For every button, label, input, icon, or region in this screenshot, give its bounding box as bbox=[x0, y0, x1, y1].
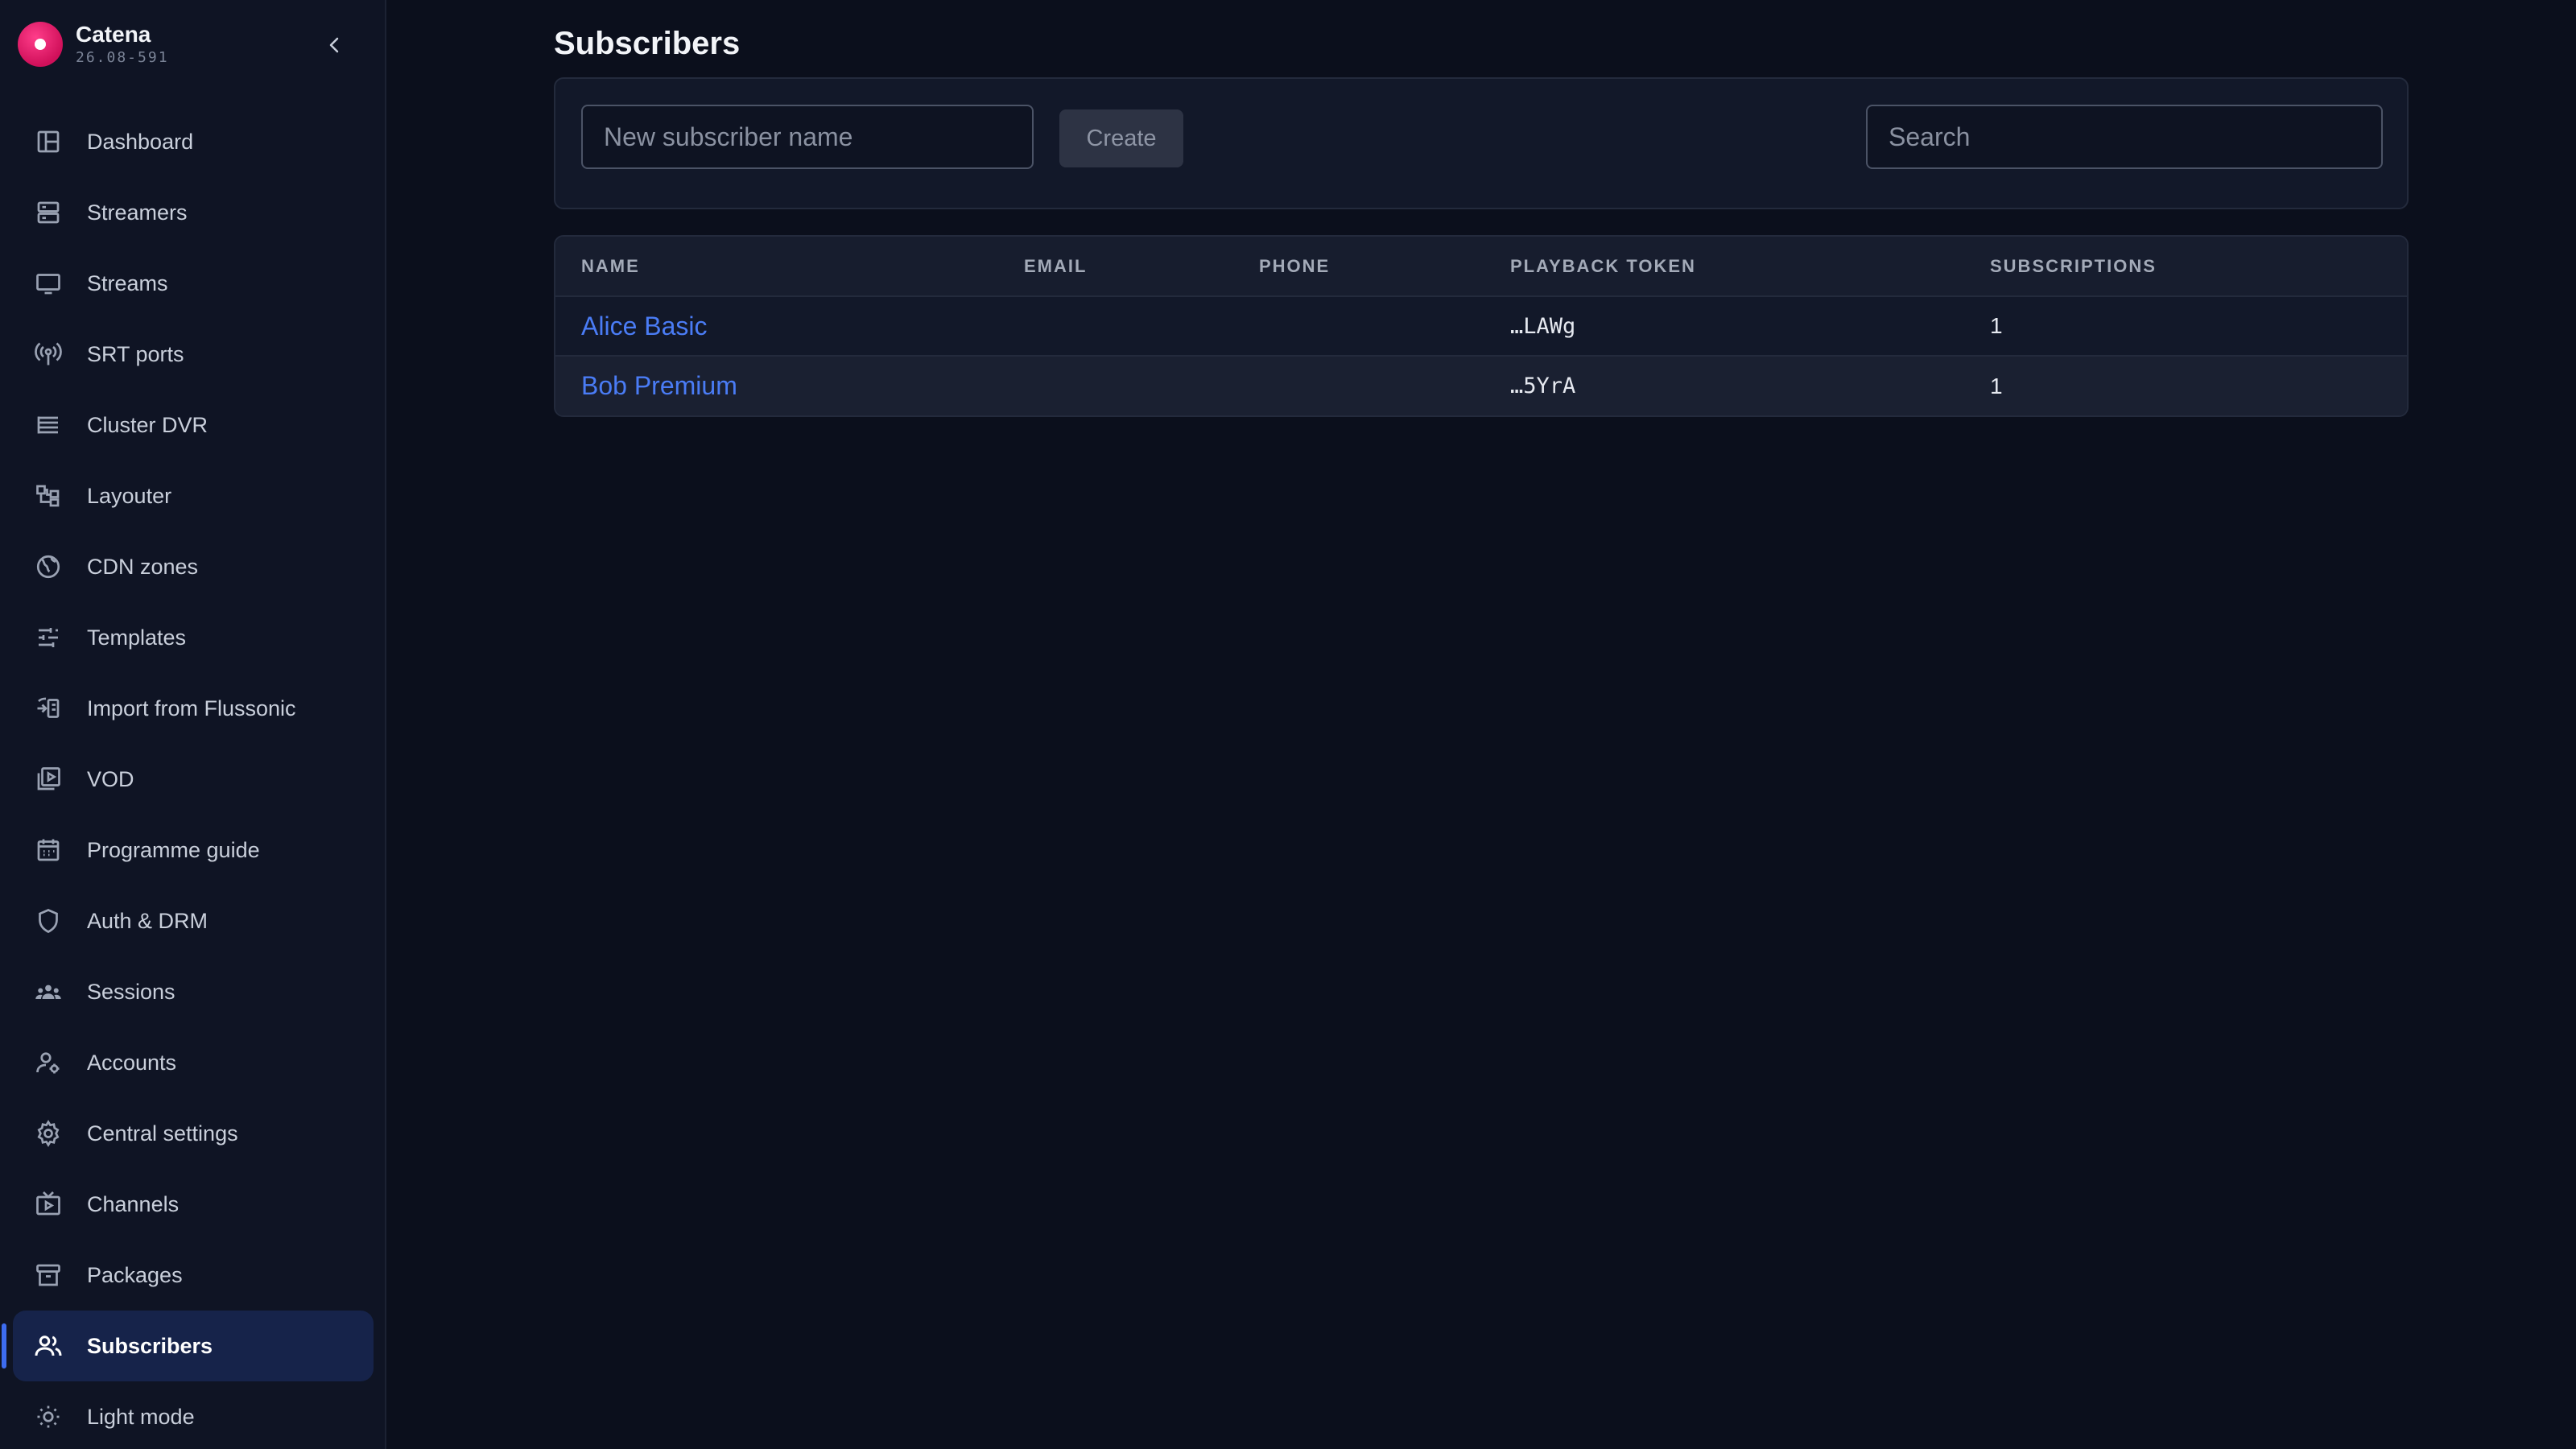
subscribers-table: NAME EMAIL PHONE PLAYBACK TOKEN SUBSCRIP… bbox=[554, 235, 2409, 417]
sidebar-item-accounts[interactable]: Accounts bbox=[13, 1027, 374, 1098]
collapse-sidebar-button[interactable] bbox=[319, 29, 351, 61]
sidebar-item-label: Light mode bbox=[87, 1404, 195, 1429]
table-row[interactable]: Alice Basic …LAWg 1 bbox=[555, 296, 2407, 356]
sidebar-item-label: Packages bbox=[87, 1262, 183, 1287]
sidebar-item-label: Subscribers bbox=[87, 1333, 213, 1358]
sidebar-item-label: Programme guide bbox=[87, 837, 260, 862]
archive-icon bbox=[32, 1259, 64, 1291]
page-title: Subscribers bbox=[554, 26, 741, 61]
light-mode-toggle[interactable]: Light mode bbox=[13, 1381, 374, 1449]
column-header-subscriptions[interactable]: SUBSCRIPTIONS bbox=[1990, 237, 2407, 296]
sliders-icon bbox=[32, 621, 64, 654]
subscriber-subscriptions-count: 1 bbox=[1990, 373, 2003, 398]
gear-icon bbox=[32, 1117, 64, 1150]
group-icon bbox=[32, 976, 64, 1008]
sidebar-item-label: Channels bbox=[87, 1191, 180, 1216]
brand-name: Catena bbox=[76, 22, 151, 47]
tv-icon bbox=[32, 1188, 64, 1220]
sidebar-item-srt-ports[interactable]: SRT ports bbox=[13, 319, 374, 390]
antenna-icon bbox=[32, 338, 64, 370]
sidebar-nav: Dashboard Streamers Streams SRT ports Cl… bbox=[2, 106, 374, 1449]
dashboard-icon bbox=[32, 126, 64, 158]
sidebar-item-auth-drm[interactable]: Auth & DRM bbox=[13, 886, 374, 956]
import-icon bbox=[32, 692, 64, 724]
subscriber-phone bbox=[1259, 296, 1510, 356]
brand-version: 26.08-591 bbox=[76, 49, 169, 66]
sidebar-item-label: Auth & DRM bbox=[87, 908, 208, 933]
subscriber-playback-token: …5YrA bbox=[1510, 374, 1576, 398]
sidebar-item-label: SRT ports bbox=[87, 341, 184, 366]
sidebar-item-label: Streams bbox=[87, 270, 168, 295]
column-header-playback-token[interactable]: PLAYBACK TOKEN bbox=[1510, 237, 1990, 296]
brand: Catena 26.08-591 bbox=[18, 21, 169, 68]
subscriber-name-link[interactable]: Alice Basic bbox=[581, 312, 708, 341]
video-library-icon bbox=[32, 763, 64, 795]
globe-icon bbox=[32, 551, 64, 583]
sidebar-item-vod[interactable]: VOD bbox=[13, 744, 374, 815]
sidebar-item-label: VOD bbox=[87, 766, 134, 791]
sidebar-item-cluster-dvr[interactable]: Cluster DVR bbox=[13, 390, 374, 460]
shield-icon bbox=[32, 905, 64, 937]
column-header-name[interactable]: NAME bbox=[555, 237, 1024, 296]
sidebar-item-label: Templates bbox=[87, 625, 187, 650]
sidebar-item-label: Accounts bbox=[87, 1050, 177, 1075]
sidebar-item-channels[interactable]: Channels bbox=[13, 1169, 374, 1240]
brand-text: Catena 26.08-591 bbox=[76, 21, 169, 68]
new-subscriber-name-input[interactable] bbox=[581, 105, 1034, 169]
sidebar: Catena 26.08-591 Dashboard Streamers Str… bbox=[0, 0, 386, 1449]
sidebar-item-subscribers[interactable]: Subscribers bbox=[2, 1311, 374, 1381]
sun-icon bbox=[32, 1401, 64, 1433]
monitor-icon bbox=[32, 267, 64, 299]
subscriber-toolbar: Create bbox=[554, 77, 2409, 209]
subscriber-name-link[interactable]: Bob Premium bbox=[581, 371, 737, 400]
brand-logo-icon bbox=[18, 22, 63, 67]
database-icon bbox=[32, 409, 64, 441]
column-header-email[interactable]: EMAIL bbox=[1024, 237, 1259, 296]
sidebar-item-cdn-zones[interactable]: CDN zones bbox=[13, 531, 374, 602]
sidebar-item-templates[interactable]: Templates bbox=[13, 602, 374, 673]
sidebar-item-layouter[interactable]: Layouter bbox=[13, 460, 374, 531]
subscriber-playback-token: …LAWg bbox=[1510, 313, 1576, 339]
sidebar-item-central-settings[interactable]: Central settings bbox=[13, 1098, 374, 1169]
chevron-left-icon bbox=[329, 37, 339, 53]
sidebar-item-label: Cluster DVR bbox=[87, 412, 208, 437]
sidebar-item-packages[interactable]: Packages bbox=[13, 1240, 374, 1311]
sidebar-item-label: Layouter bbox=[87, 483, 172, 508]
sidebar-item-streams[interactable]: Streams bbox=[13, 248, 374, 319]
create-button[interactable]: Create bbox=[1059, 109, 1183, 167]
sidebar-item-label: Sessions bbox=[87, 979, 175, 1004]
sidebar-item-sessions[interactable]: Sessions bbox=[13, 956, 374, 1027]
sidebar-item-dashboard[interactable]: Dashboard bbox=[13, 106, 374, 177]
sidebar-item-streamers[interactable]: Streamers bbox=[13, 177, 374, 248]
sidebar-item-import-from-flussonic[interactable]: Import from Flussonic bbox=[13, 673, 374, 744]
sidebar-item-programme-guide[interactable]: Programme guide bbox=[13, 815, 374, 886]
layout-icon bbox=[32, 480, 64, 512]
subscriber-phone bbox=[1259, 356, 1510, 415]
user-gear-icon bbox=[32, 1046, 64, 1079]
sidebar-item-label: CDN zones bbox=[87, 554, 199, 579]
main-content: Subscribers Create NAME EMAIL PHONE PLAY… bbox=[386, 0, 2576, 1449]
app-root: Catena 26.08-591 Dashboard Streamers Str… bbox=[0, 0, 2576, 1449]
sidebar-item-label: Central settings bbox=[87, 1121, 238, 1146]
subscriber-email bbox=[1024, 296, 1259, 356]
table-header-row: NAME EMAIL PHONE PLAYBACK TOKEN SUBSCRIP… bbox=[555, 237, 2407, 296]
sidebar-item-label: Streamers bbox=[87, 200, 188, 225]
subscriber-subscriptions-count: 1 bbox=[1990, 313, 2003, 338]
sidebar-item-label: Import from Flussonic bbox=[87, 696, 296, 720]
column-header-phone[interactable]: PHONE bbox=[1259, 237, 1510, 296]
sidebar-item-label: Dashboard bbox=[87, 129, 194, 154]
table-row[interactable]: Bob Premium …5YrA 1 bbox=[555, 356, 2407, 415]
users-icon bbox=[32, 1330, 64, 1362]
subscriber-email bbox=[1024, 356, 1259, 415]
search-input[interactable] bbox=[1866, 105, 2383, 169]
calendar-icon bbox=[32, 834, 64, 866]
server-icon bbox=[32, 196, 64, 229]
